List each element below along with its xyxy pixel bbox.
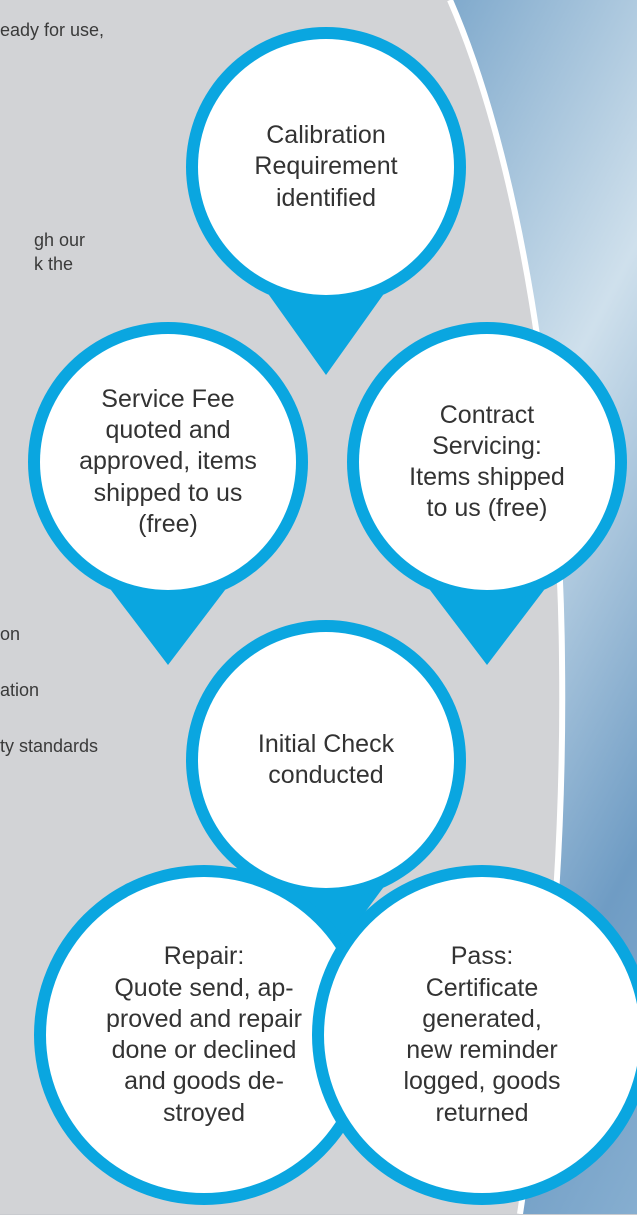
step-label-calibration: Calibration Requirement identified <box>254 121 398 212</box>
step-label-contract: Contract Servicing: Items shipped to us … <box>409 400 565 523</box>
step-label-pass: Pass: Certificate generated, new reminde… <box>403 942 561 1127</box>
step-label-service-fee: Service Fee quoted and approved, items s… <box>79 384 257 538</box>
step-label-initial-check: Initial Check conducted <box>257 729 395 789</box>
bg-text-2: gh our <box>34 230 86 250</box>
step-pin-pass: Pass: Certificate generated, new reminde… <box>302 855 637 1215</box>
bg-text-1: eady for use, <box>0 20 105 40</box>
bg-text-5: ation <box>0 680 40 700</box>
bg-text-3: k the <box>34 254 74 274</box>
bg-text-6: ty standards <box>0 736 99 756</box>
